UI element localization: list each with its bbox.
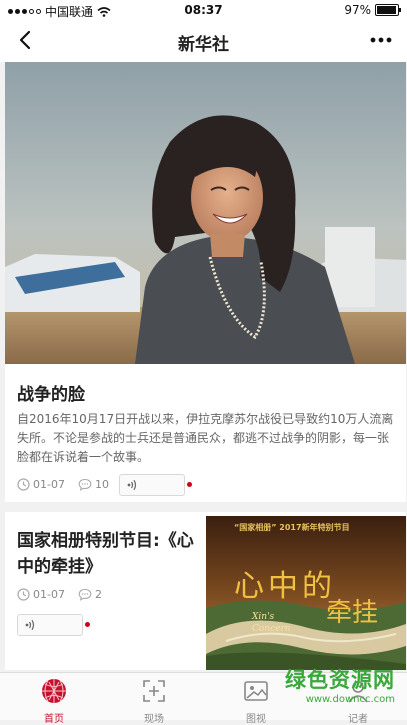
- site-watermark: 绿色资源网 www.downcc.com: [285, 664, 395, 705]
- article-comments[interactable]: 2: [78, 588, 102, 601]
- unread-dot: [85, 622, 90, 627]
- watermark-url: www.downcc.com: [305, 694, 395, 705]
- image-icon: [244, 681, 268, 701]
- battery-icon: [375, 4, 401, 16]
- thumbnail-title-second: 牵挂: [326, 598, 379, 628]
- article-date: 01-07: [17, 478, 65, 491]
- audio-wave-icon: [127, 479, 137, 491]
- clock-icon: [17, 588, 30, 601]
- thumbnail-caption: “国家相册” 2017新年特别节目: [234, 523, 350, 532]
- tab-live-label: 现场: [144, 714, 164, 725]
- watermark-title: 绿色资源网: [285, 668, 395, 692]
- article-thumbnail[interactable]: “国家相册” 2017新年特别节目 心中的 牵挂 Xin's Concern: [206, 516, 406, 670]
- thumbnail-subtitle-second: Concern: [252, 624, 291, 634]
- home-globe-icon: [42, 679, 66, 703]
- battery-percent: 97%: [344, 3, 371, 17]
- status-bar: 中国联通 08:37 97%: [0, 0, 407, 20]
- tab-images-label: 图视: [246, 714, 266, 725]
- article-date-text: 01-07: [33, 588, 65, 601]
- article-comment-count: 10: [95, 478, 109, 491]
- article-summary: 自2016年10月17日开战以来，伊拉克摩苏尔战役已导致约10万人流离失所。不论…: [17, 412, 394, 464]
- article-title[interactable]: 国家相册特别节目:《心中的牵挂》: [17, 528, 197, 580]
- more-horizontal-icon[interactable]: [367, 28, 395, 52]
- article-title[interactable]: 战争的脸: [17, 380, 85, 405]
- audio-play-button[interactable]: [17, 614, 83, 636]
- comment-icon: [78, 478, 92, 491]
- clock-icon: [17, 478, 30, 491]
- tab-home-label: 首页: [44, 714, 64, 725]
- thumbnail-subtitle: Xin's: [252, 612, 275, 622]
- tab-home[interactable]: 首页: [14, 677, 94, 725]
- unread-dot: [187, 482, 192, 487]
- tab-images[interactable]: 图视: [216, 677, 296, 725]
- article-hero-image[interactable]: [5, 62, 406, 364]
- comment-icon: [78, 588, 92, 601]
- article-card[interactable]: 战争的脸 自2016年10月17日开战以来，伊拉克摩苏尔战役已导致约10万人流离…: [5, 62, 406, 502]
- page-title: 新华社: [178, 35, 229, 55]
- article-date-text: 01-07: [33, 478, 65, 491]
- article-card[interactable]: 国家相册特别节目:《心中的牵挂》 01-07 2 “国家相册” 2017新年特别…: [5, 512, 406, 670]
- audio-wave-icon: [25, 619, 35, 631]
- live-frame-icon: [143, 680, 165, 702]
- article-date: 01-07: [17, 588, 65, 601]
- article-comment-count: 2: [95, 588, 102, 601]
- tab-live[interactable]: 现场: [114, 677, 194, 725]
- audio-play-button[interactable]: [119, 474, 185, 496]
- tab-reporter-label: 记者: [348, 714, 368, 725]
- thumbnail-title: 心中的: [234, 569, 336, 604]
- article-comments[interactable]: 10: [78, 478, 109, 491]
- nav-bar: 新华社: [0, 20, 407, 62]
